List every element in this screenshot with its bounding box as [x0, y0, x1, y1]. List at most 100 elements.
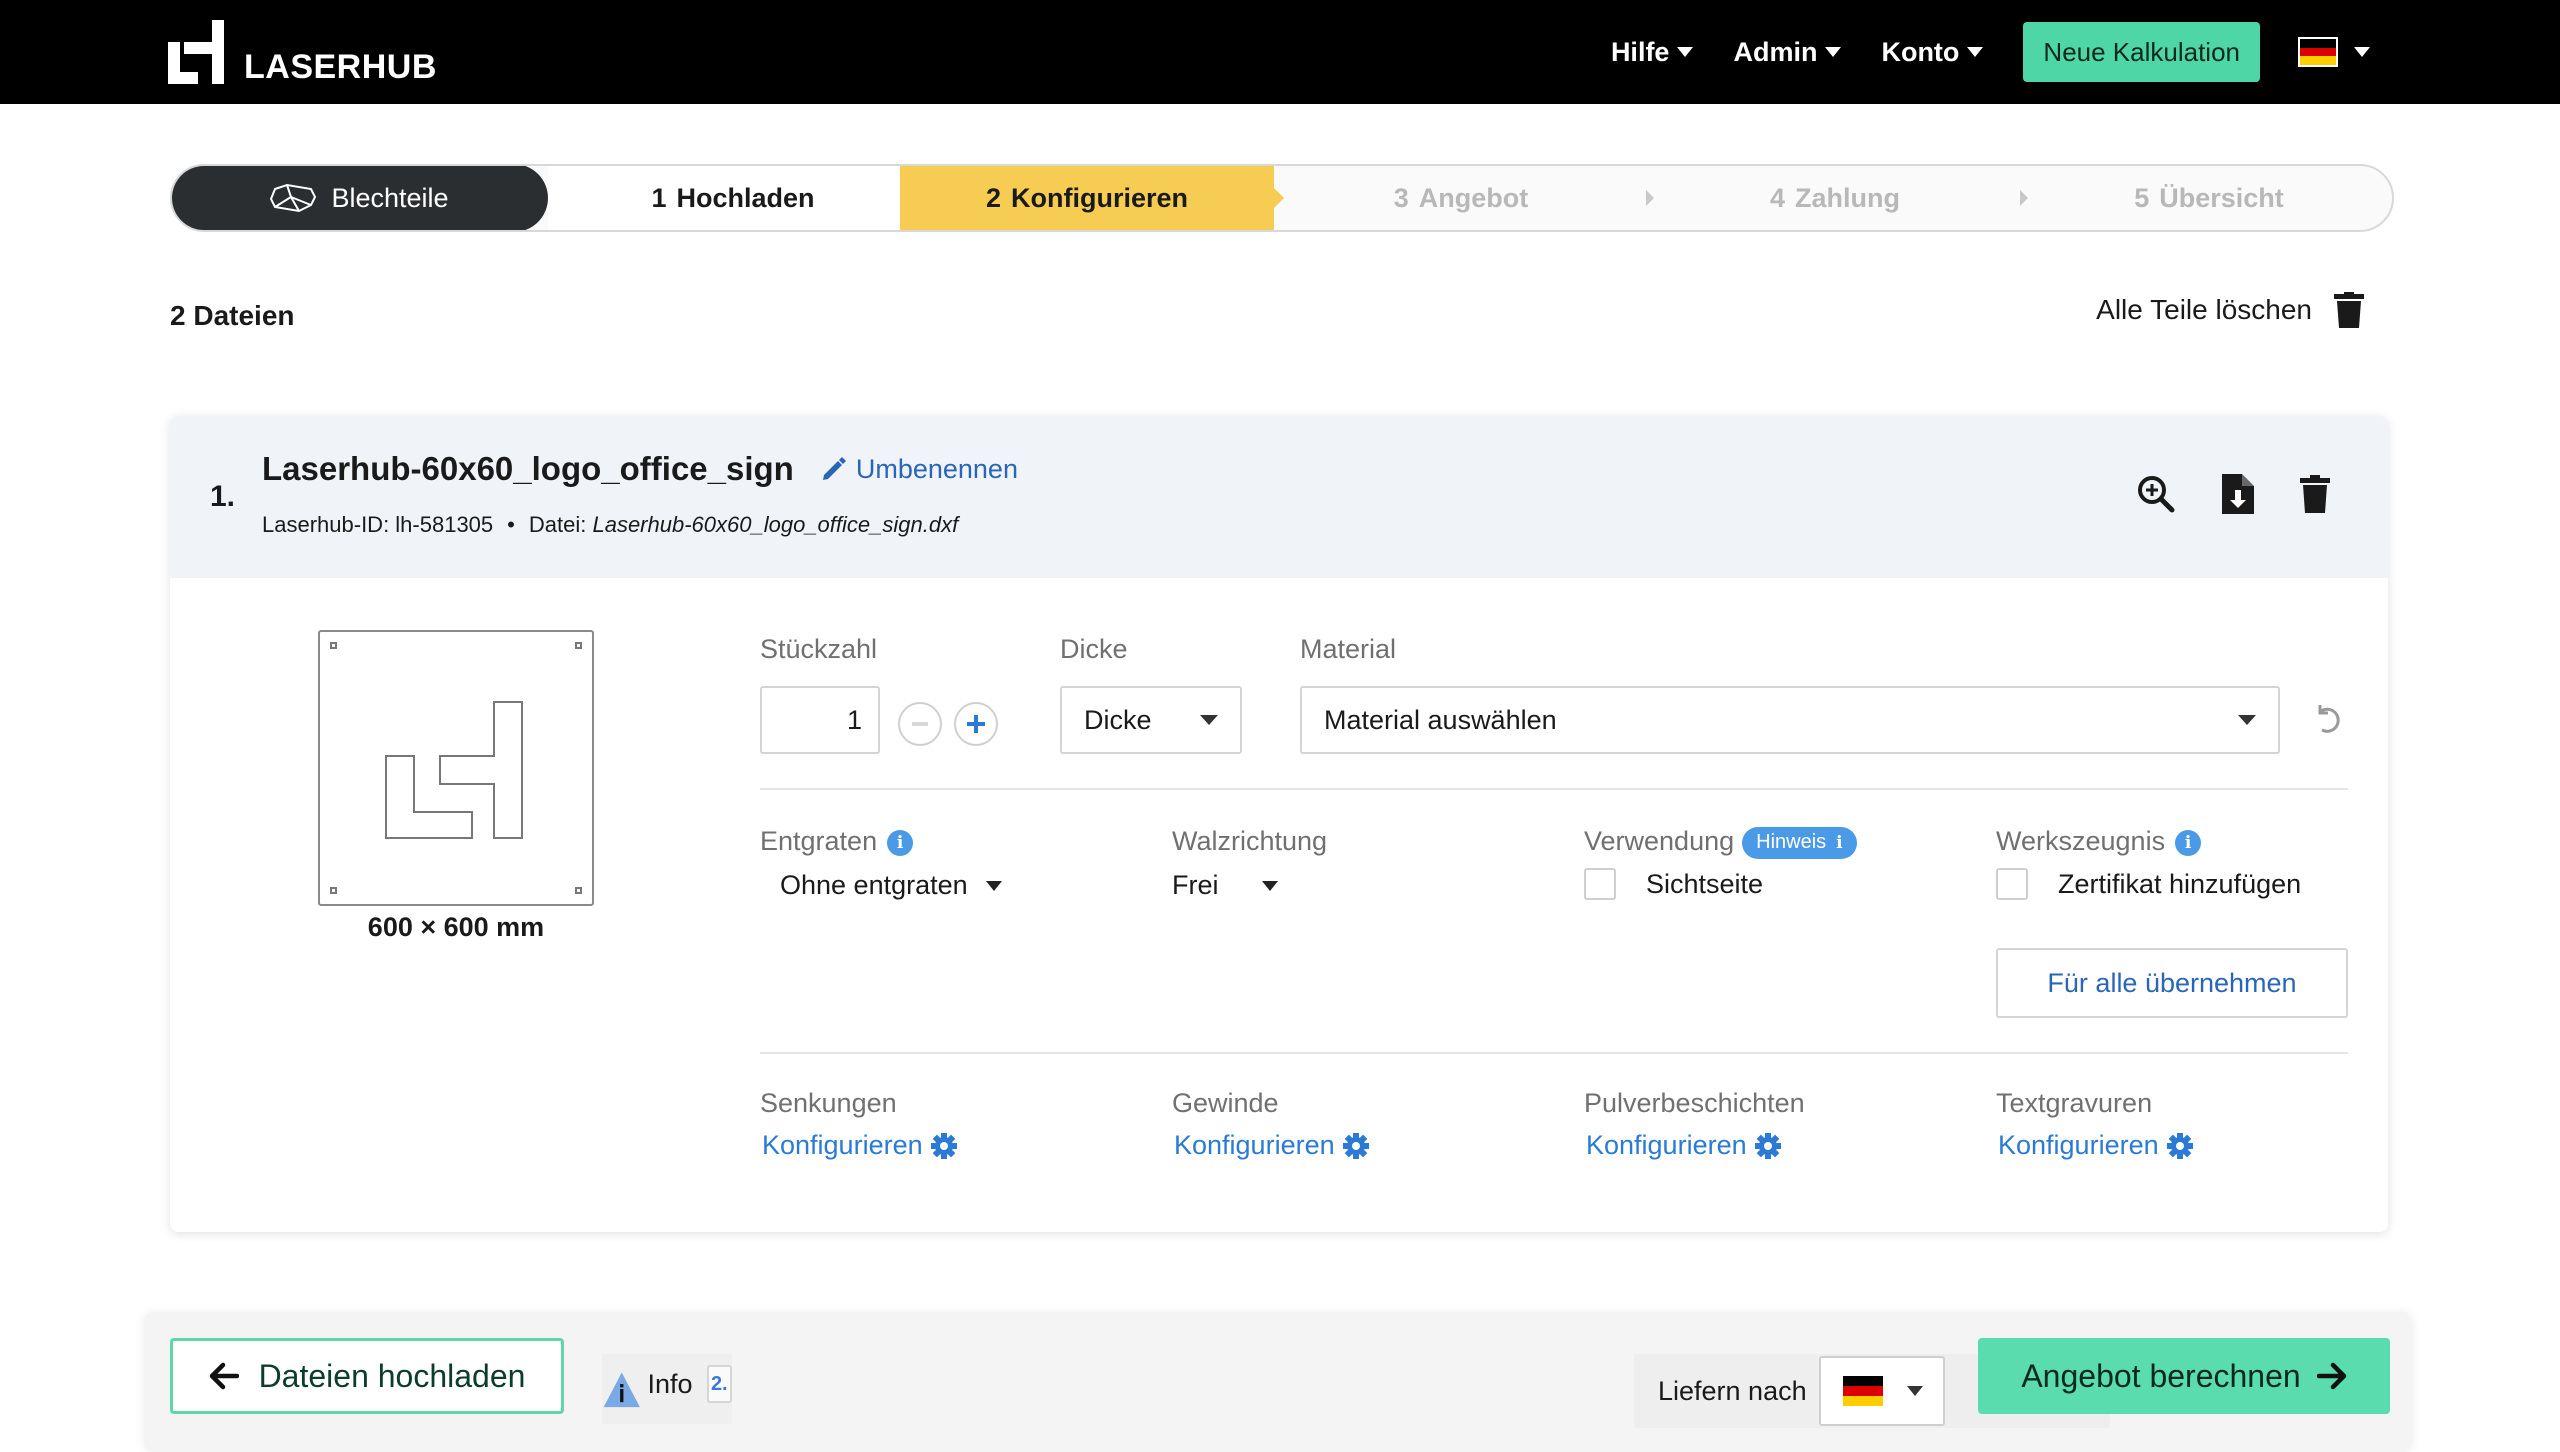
new-calculation-button[interactable]: Neue Kalkulation [2023, 22, 2260, 82]
deliver-to-label: Liefern nach [1658, 1375, 1807, 1406]
deburring-label-text: Entgraten [760, 826, 878, 856]
caret-down-icon [2238, 715, 2256, 725]
thickness-label: Dicke [1060, 634, 1128, 664]
pencil-icon [822, 457, 846, 480]
part-preview-image[interactable] [318, 630, 594, 906]
increment-button[interactable] [954, 702, 998, 746]
language-selector[interactable] [2298, 37, 2338, 67]
powder-coating-label: Pulverbeschichten [1584, 1088, 1805, 1118]
step-angebot: 3 Angebot [1274, 166, 1648, 230]
caret-down-icon [985, 880, 1002, 891]
nav-menu-label: Hilfe [1610, 36, 1670, 67]
delete-all-label: Alle Teile löschen [2096, 294, 2312, 325]
configure-label: Konfigurieren [1174, 1130, 1335, 1160]
rolling-direction-select[interactable]: Frei [1172, 870, 1278, 901]
upload-files-button[interactable]: Dateien hochladen [170, 1338, 564, 1414]
top-navbar: LASERHUB Hilfe Admin Konto Neue Kalkulat… [0, 0, 2560, 104]
caret-down-icon [1906, 1386, 1923, 1396]
step-label: Übersicht [2159, 182, 2284, 213]
certificate-option-label: Zertifikat hinzufügen [2058, 868, 2302, 899]
quantity-label: Stückzahl [760, 634, 878, 664]
visible-side-label: Sichtseite [1646, 868, 1764, 899]
gear-icon [1754, 1132, 1781, 1159]
info-icon: i [1836, 832, 1843, 853]
visible-side-option[interactable]: Sichtseite [1584, 868, 1763, 900]
info-count-badge: 2. [706, 1365, 732, 1403]
certificate-checkbox[interactable] [1996, 868, 2028, 900]
step-number: 4 [1769, 182, 1786, 213]
step-uebersicht: 5 Übersicht [2022, 166, 2392, 230]
nav-menu-hilfe[interactable]: Hilfe [1611, 37, 1694, 68]
step-number: 1 [651, 182, 667, 213]
info-icon[interactable]: i [2175, 829, 2202, 856]
flag-stripe-gold [2300, 56, 2336, 66]
nav-menu-label: Konto [1881, 36, 1960, 67]
download-file-button[interactable] [2222, 474, 2254, 514]
step-label: Angebot [1418, 182, 1529, 213]
calculate-quote-label: Angebot berechnen [2021, 1357, 2301, 1394]
usage-label-text: Verwendung [1584, 826, 1735, 856]
nav-menu-admin[interactable]: Admin [1733, 36, 1842, 68]
info-icon[interactable]: i [887, 829, 914, 856]
configure-countersink-link[interactable]: Konfigurieren [762, 1130, 957, 1161]
part-card-header: 1. Laserhub-60x60_logo_office_sign Umben… [170, 416, 2388, 578]
step-number: 5 [2134, 182, 2150, 213]
step-number: 2 [985, 182, 1001, 213]
nav-menu-konto[interactable]: Konto [1881, 36, 1984, 68]
visible-side-checkbox[interactable] [1584, 868, 1616, 900]
configure-thread-link[interactable]: Konfigurieren [1174, 1130, 1369, 1161]
step-category-blechteile[interactable]: Blechteile [172, 166, 548, 230]
certificate-option[interactable]: Zertifikat hinzufügen [1996, 868, 2301, 900]
reset-button[interactable] [2312, 702, 2344, 741]
step-label: Hochladen [676, 182, 815, 213]
file-prefix: Datei: [528, 512, 587, 537]
delivery-country-select[interactable] [1818, 1356, 1945, 1426]
step-konfigurieren[interactable]: 2 Konfigurieren [900, 166, 1284, 230]
file-download-icon [2222, 474, 2254, 514]
flag-stripe-red [1842, 1386, 1883, 1396]
part-card: 1. Laserhub-60x60_logo_office_sign Umben… [170, 416, 2388, 1232]
certificate-label-text: Werkszeugnis [1996, 826, 2166, 856]
info-panel[interactable]: Info 2. [602, 1354, 732, 1424]
apply-to-all-button[interactable]: Für alle übernehmen [1996, 948, 2348, 1018]
material-select[interactable]: Material auswählen [1300, 686, 2280, 754]
configure-text-engraving-link[interactable]: Konfigurieren [1998, 1130, 2193, 1161]
language-caret-icon[interactable] [2354, 47, 2370, 57]
sheet-metal-icon [270, 183, 317, 213]
configure-label: Konfigurieren [1586, 1130, 1747, 1160]
thickness-select[interactable]: Dicke [1060, 686, 1242, 754]
material-value: Material auswählen [1324, 704, 1557, 735]
step-hochladen[interactable]: 1 Hochladen [548, 166, 918, 230]
meta-separator: • [507, 512, 515, 537]
part-name: Laserhub-60x60_logo_office_sign [262, 450, 794, 487]
caret-down-icon [1677, 47, 1694, 57]
flag-stripe-red [2300, 47, 2336, 57]
de-flag-icon [1842, 1376, 1883, 1406]
deburring-select[interactable]: Ohne entgraten [780, 870, 1002, 901]
quantity-input[interactable]: 1 [760, 686, 880, 754]
part-meta: Laserhub-ID: lh-581305 • Datei: Laserhub-6… [262, 512, 958, 538]
minus-icon [912, 722, 928, 726]
bottom-action-bar: Dateien hochladen Info 2. Liefern nach A… [144, 1312, 2412, 1452]
countersink-label: Senkungen [760, 1088, 897, 1118]
laserhub-logo[interactable]: LASERHUB [168, 20, 437, 84]
text-engraving-label: Textgravuren [1996, 1088, 2153, 1118]
certificate-label: Werkszeugnis i [1996, 826, 2202, 857]
gear-icon [1342, 1132, 1369, 1159]
delete-part-button[interactable] [2300, 475, 2330, 513]
flag-stripe-gold [1842, 1396, 1883, 1406]
brand-name: LASERHUB [244, 48, 437, 86]
undo-icon [2318, 705, 2340, 733]
calculate-quote-button[interactable]: Angebot berechnen [1978, 1338, 2390, 1414]
configure-powder-coating-link[interactable]: Konfigurieren [1586, 1130, 1781, 1161]
flag-stripe-black [1842, 1376, 1883, 1386]
decrement-button[interactable] [898, 702, 942, 746]
zoom-in-button[interactable] [2136, 474, 2176, 514]
rename-link[interactable]: Umbenennen [820, 454, 1018, 485]
hint-badge[interactable]: Hinweis i [1742, 826, 1857, 859]
delete-all-button[interactable]: Alle Teile löschen [2096, 292, 2364, 328]
part-outline-drawing [330, 642, 582, 894]
nav-menu-label: Admin [1733, 36, 1818, 67]
laserhub-logo-icon [168, 20, 224, 84]
hint-badge-label: Hinweis [1756, 831, 1827, 854]
